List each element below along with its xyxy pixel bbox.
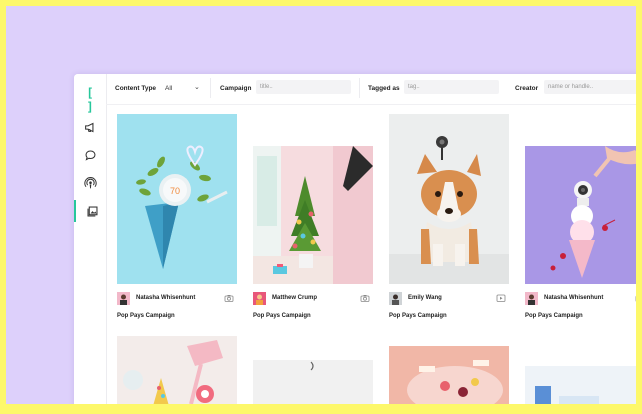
chat-bubble-icon [85, 150, 95, 161]
campaign-name: Pop Pays Campaign [253, 313, 311, 319]
creator-name[interactable]: Matthew Crump [272, 295, 317, 301]
camera-icon [360, 295, 370, 302]
chevron-down-icon[interactable]: ⌄ [194, 83, 200, 91]
tagged-as-label: Tagged as [368, 85, 400, 92]
video-icon [496, 294, 506, 302]
filter-divider [359, 78, 360, 98]
sidebar-item-messages[interactable] [74, 144, 106, 166]
creator-row: Natasha Whisenhunt [117, 292, 247, 306]
creator-name[interactable]: Natasha Whisenhunt [544, 295, 603, 301]
content-type-select[interactable]: All [165, 85, 172, 92]
creator-input[interactable]: name or handle.. [544, 80, 636, 94]
content-image[interactable] [389, 114, 509, 284]
campaign-name: Pop Pays Campaign [117, 313, 175, 319]
lavender-backdrop: [ ] Content Type All ⌄ Campaign title.. … [6, 6, 636, 404]
creator-row: Natasha Whisenhunt [525, 292, 636, 306]
gallery-icon [87, 206, 97, 216]
campaign-name: Pop Pays Campaign [525, 313, 583, 319]
podcast-icon [83, 176, 97, 188]
content-image[interactable] [117, 336, 237, 404]
avatar[interactable] [253, 292, 266, 305]
content-image[interactable] [525, 366, 636, 404]
filter-bar: Content Type All ⌄ Campaign title.. Tagg… [106, 74, 636, 105]
creator-name[interactable]: Natasha Whisenhunt [136, 295, 195, 301]
campaign-label: Campaign [220, 85, 252, 92]
camera-icon [635, 296, 636, 302]
avatar[interactable] [525, 292, 538, 305]
app-window: [ ] Content Type All ⌄ Campaign title.. … [74, 74, 636, 404]
camera-icon [224, 295, 234, 302]
sidebar-item-campaigns[interactable] [74, 116, 106, 138]
megaphone-icon [84, 122, 93, 132]
creator-name[interactable]: Emily Wang [408, 295, 442, 301]
sidebar-item-broadcast[interactable] [74, 172, 106, 194]
campaign-name: Pop Pays Campaign [389, 313, 447, 319]
content-type-label: Content Type [115, 85, 157, 92]
creator-row: Emily Wang [389, 292, 519, 306]
content-image[interactable]: 70 [117, 114, 237, 284]
content-image[interactable] [525, 146, 636, 284]
creator-row: Matthew Crump [253, 292, 383, 306]
content-image[interactable] [389, 346, 509, 404]
avatar[interactable] [389, 292, 402, 305]
content-image[interactable] [253, 146, 373, 284]
creator-label: Creator [515, 85, 539, 92]
sidebar: [ ] [74, 74, 107, 404]
content-image[interactable] [253, 360, 373, 404]
avatar[interactable] [117, 292, 130, 305]
thermostat-reading: 70 [170, 186, 180, 196]
campaign-input[interactable]: title.. [256, 80, 351, 94]
sidebar-item-gallery[interactable] [74, 200, 108, 222]
tag-input[interactable]: tag.. [404, 80, 499, 94]
filter-divider [210, 78, 211, 98]
brand-logo[interactable]: [ ] [82, 86, 98, 114]
